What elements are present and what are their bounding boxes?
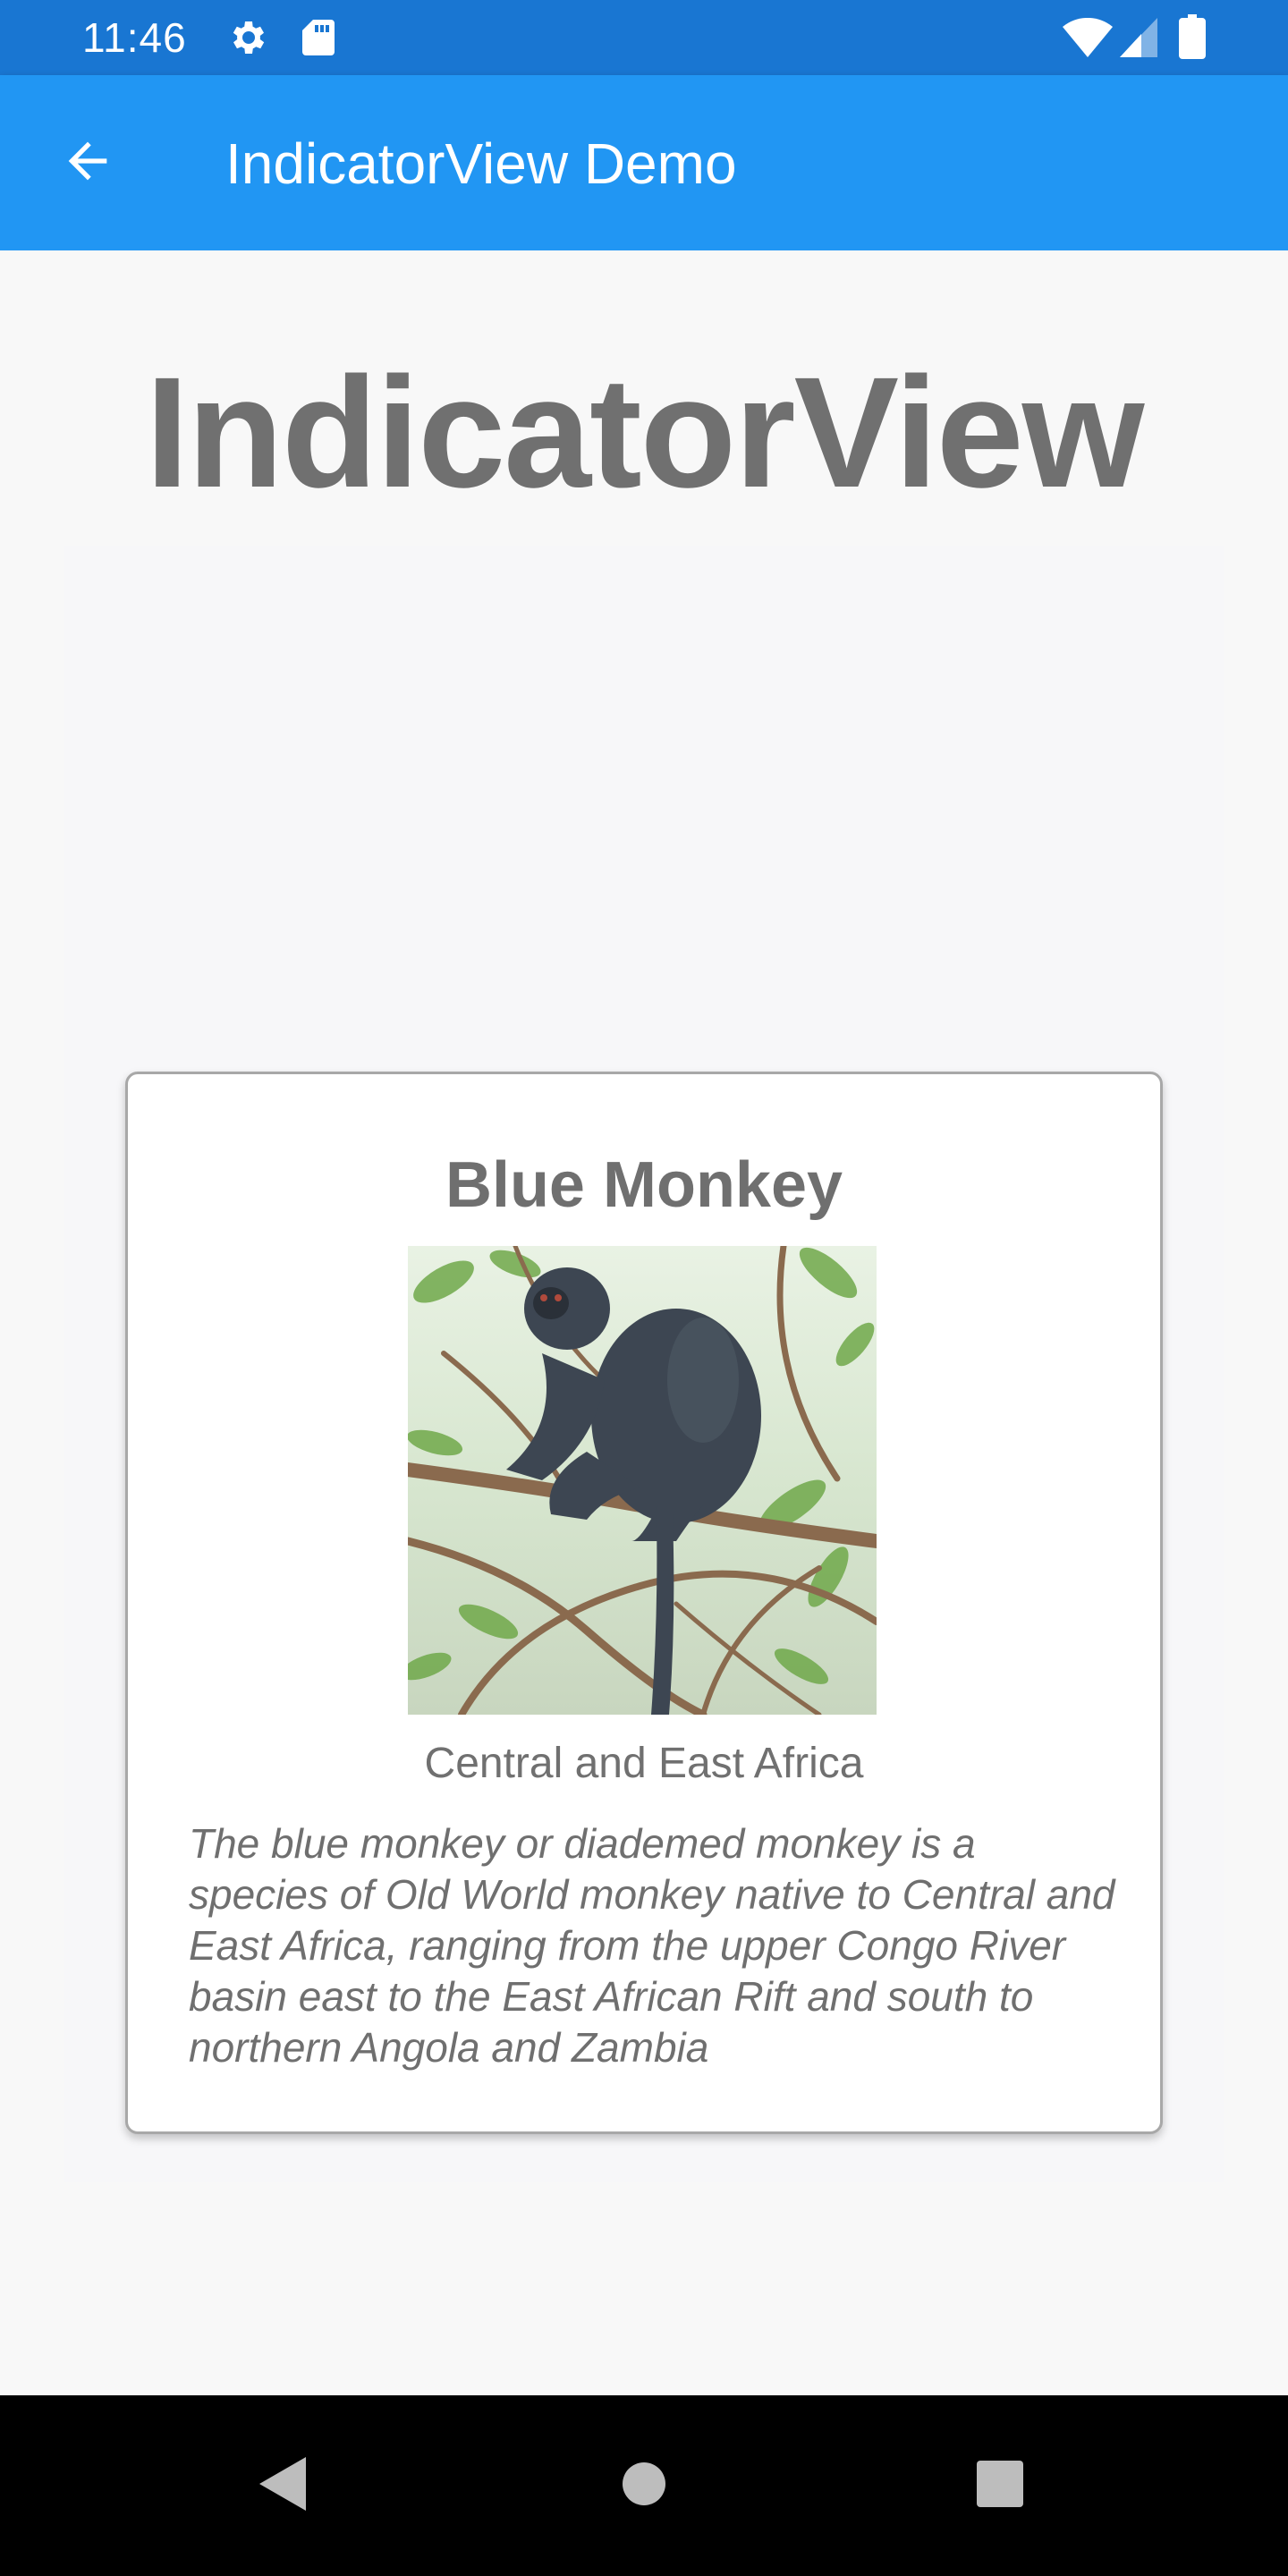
system-nav-bar bbox=[0, 2395, 1288, 2576]
gear-icon bbox=[227, 16, 270, 64]
back-button[interactable] bbox=[50, 125, 125, 200]
arrow-back-icon bbox=[59, 132, 116, 194]
status-bar: 11:46 bbox=[0, 0, 1288, 75]
sd-card-icon bbox=[299, 16, 338, 64]
wifi-icon bbox=[1063, 17, 1113, 62]
nav-recents-button[interactable] bbox=[911, 2395, 1089, 2576]
home-circle-icon bbox=[622, 2462, 666, 2511]
monkey-details: The blue monkey or diademed monkey is a … bbox=[189, 1820, 1115, 2071]
app-title: IndicatorView Demo bbox=[225, 131, 737, 196]
nav-back-button[interactable] bbox=[195, 2395, 374, 2576]
monkey-card[interactable]: Blue Monkey Central and East Africa The … bbox=[125, 1072, 1163, 2134]
signal-icon bbox=[1120, 18, 1157, 62]
monkey-image bbox=[408, 1246, 877, 1715]
recents-square-icon bbox=[977, 2460, 1023, 2512]
status-time: 11:46 bbox=[82, 14, 187, 61]
back-triangle-icon bbox=[259, 2456, 309, 2515]
monkey-location: Central and East Africa bbox=[424, 1740, 864, 1787]
app-bar: IndicatorView Demo bbox=[0, 75, 1288, 250]
nav-home-button[interactable] bbox=[555, 2395, 733, 2576]
monkey-name: Blue Monkey bbox=[445, 1149, 843, 1221]
content-area: IndicatorView Blue Monkey Central and Ea… bbox=[0, 250, 1288, 2467]
battery-icon bbox=[1179, 14, 1206, 64]
page-heading: IndicatorView bbox=[145, 345, 1144, 521]
